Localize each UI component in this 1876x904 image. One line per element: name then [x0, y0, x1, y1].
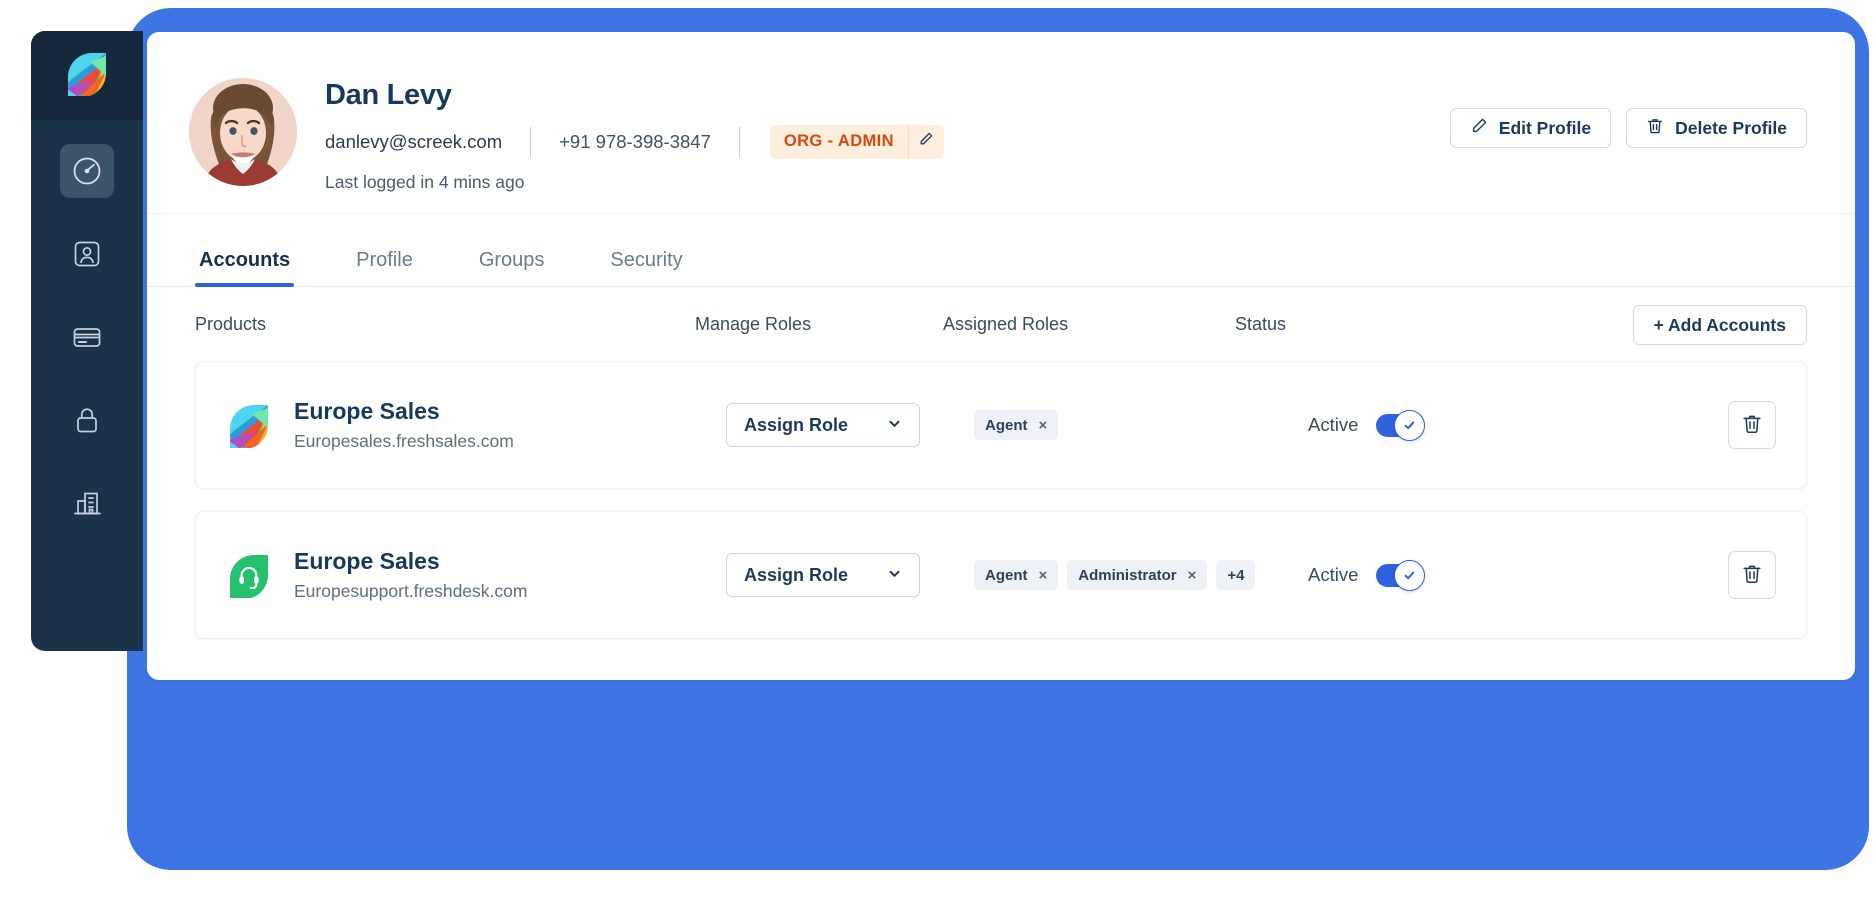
- status-label: Active: [1308, 564, 1359, 585]
- close-icon[interactable]: ×: [1039, 568, 1048, 583]
- trash-icon: [1646, 117, 1664, 140]
- tab-security[interactable]: Security: [606, 249, 686, 286]
- assign-role-dropdown[interactable]: Assign Role: [726, 553, 920, 597]
- tab-accounts[interactable]: Accounts: [195, 249, 295, 287]
- manage-roles-cell: Assign Role: [726, 403, 974, 447]
- accounts-table: Products Manage Roles Assigned Roles Sta…: [147, 287, 1855, 639]
- column-header-manage-roles: Manage Roles: [695, 313, 812, 334]
- contact-row: danlevy@screek.com +91 978-398-3847 ORG …: [325, 124, 944, 159]
- gauge-dashboard-icon: [71, 155, 103, 187]
- freshsales-leaf-logo-icon: [226, 402, 272, 448]
- product-cell: Europe Sales Europesupport.freshdesk.com: [226, 548, 726, 601]
- assigned-roles-cell: Agent × Administrator × +4: [974, 560, 1266, 590]
- product-url: Europesales.freshsales.com: [294, 430, 514, 451]
- role-chip-overflow[interactable]: +4: [1216, 560, 1256, 590]
- product-text: Europe Sales Europesupport.freshdesk.com: [294, 548, 527, 601]
- assigned-roles-cell: Agent ×: [974, 410, 1266, 440]
- column-header-assigned-roles: Assigned Roles: [943, 313, 1069, 334]
- add-accounts-button[interactable]: + Add Accounts: [1632, 305, 1807, 345]
- header-actions: Edit Profile Delete Profile: [1449, 108, 1807, 148]
- sidebar: [31, 31, 143, 651]
- divider: [530, 126, 532, 157]
- pencil-icon: [1470, 117, 1488, 140]
- user-card-icon: [71, 238, 103, 270]
- profile-email: danlevy@screek.com: [325, 130, 503, 152]
- product-url: Europesupport.freshdesk.com: [294, 580, 528, 601]
- sidebar-item-security[interactable]: [60, 393, 114, 447]
- manage-roles-cell: Assign Role: [726, 553, 974, 597]
- divider: [738, 126, 740, 157]
- avatar: [189, 78, 297, 186]
- profile-phone: +91 978-398-3847: [559, 130, 711, 152]
- role-chip[interactable]: Agent ×: [974, 560, 1059, 590]
- profile-identity: Dan Levy danlevy@screek.com +91 978-398-…: [325, 76, 944, 193]
- table-row: Europe Sales Europesupport.freshdesk.com…: [195, 511, 1807, 639]
- assign-role-dropdown[interactable]: Assign Role: [726, 403, 920, 447]
- column-header-products: Products: [195, 313, 267, 334]
- role-chip-label: Agent: [985, 566, 1028, 584]
- trash-icon: [1741, 563, 1763, 588]
- toggle-knob: [1394, 559, 1426, 591]
- role-chip-label: Administrator: [1078, 566, 1177, 584]
- sidebar-item-dashboard[interactable]: [60, 144, 114, 198]
- status-badge: ORG - ADMIN: [769, 124, 944, 159]
- sidebar-item-billing[interactable]: [60, 310, 114, 364]
- delete-profile-button[interactable]: Delete Profile: [1626, 108, 1807, 148]
- product-name: Europe Sales: [294, 398, 440, 425]
- credit-card-icon: [71, 321, 103, 353]
- role-chip[interactable]: Agent ×: [974, 410, 1059, 440]
- sidebar-item-organization[interactable]: [60, 476, 114, 530]
- tab-profile[interactable]: Profile: [352, 249, 417, 286]
- table-header-row: Products Manage Roles Assigned Roles Sta…: [195, 287, 1807, 361]
- lock-icon: [71, 404, 103, 436]
- sidebar-item-contacts[interactable]: [60, 227, 114, 281]
- product-name: Europe Sales: [294, 548, 440, 575]
- status-toggle[interactable]: [1376, 559, 1426, 591]
- product-text: Europe Sales Europesales.freshsales.com: [294, 398, 514, 451]
- close-icon[interactable]: ×: [1039, 418, 1048, 433]
- freshdesk-headset-logo-icon: [226, 552, 272, 598]
- chevron-down-icon: [887, 415, 902, 436]
- edit-profile-button[interactable]: Edit Profile: [1449, 108, 1612, 148]
- status-toggle[interactable]: [1376, 409, 1426, 441]
- edit-profile-label: Edit Profile: [1498, 117, 1592, 138]
- delete-profile-label: Delete Profile: [1675, 117, 1787, 138]
- profile-header: Dan Levy danlevy@screek.com +91 978-398-…: [147, 32, 1855, 214]
- freshworks-leaf-logo-icon: [64, 50, 110, 101]
- page-title: Dan Levy: [325, 79, 452, 111]
- close-icon[interactable]: ×: [1188, 568, 1197, 583]
- role-chip-label: Agent: [985, 416, 1028, 434]
- chevron-down-icon: [887, 565, 902, 586]
- assign-role-label: Assign Role: [744, 564, 849, 585]
- delete-account-button[interactable]: [1728, 551, 1776, 599]
- building-icon: [71, 487, 103, 519]
- last-login-text: Last logged in 4 mins ago: [325, 171, 525, 192]
- tabs: Accounts Profile Groups Security: [147, 214, 1855, 287]
- role-chip[interactable]: Administrator ×: [1067, 560, 1208, 590]
- edit-role-button[interactable]: [907, 124, 944, 159]
- column-header-status: Status: [1235, 313, 1287, 334]
- tab-groups[interactable]: Groups: [475, 249, 549, 286]
- sidebar-logo[interactable]: [31, 31, 143, 120]
- app-main-panel: Dan Levy danlevy@screek.com +91 978-398-…: [147, 32, 1855, 680]
- toggle-knob: [1394, 409, 1426, 441]
- trash-icon: [1741, 413, 1763, 438]
- table-row: Europe Sales Europesales.freshsales.com …: [195, 361, 1807, 489]
- status-cell: Active: [1308, 409, 1508, 441]
- product-cell: Europe Sales Europesales.freshsales.com: [226, 398, 726, 451]
- delete-account-button[interactable]: [1728, 401, 1776, 449]
- role-badge-label: ORG - ADMIN: [783, 132, 894, 151]
- status-label: Active: [1308, 414, 1359, 435]
- assign-role-label: Assign Role: [744, 414, 849, 435]
- status-cell: Active: [1308, 559, 1508, 591]
- pencil-icon: [918, 131, 934, 152]
- sidebar-nav: [31, 120, 143, 651]
